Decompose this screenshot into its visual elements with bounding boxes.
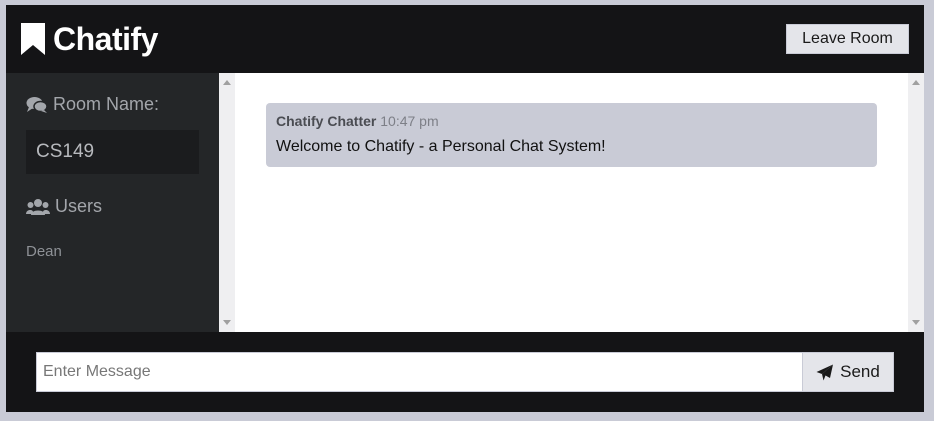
chat-message: Chatify Chatter 10:47 pm Welcome to Chat… (266, 103, 877, 167)
sidebar: Room Name: CS149 Users Dean (6, 73, 219, 332)
send-label: Send (840, 362, 880, 381)
message-time: 10:47 pm (380, 113, 439, 129)
users-label: Users (55, 196, 103, 216)
chat-app: Chatify Leave Room Room Name: CS149 User… (6, 5, 924, 412)
message-composer: Send (6, 332, 924, 412)
scrollbar-left[interactable] (219, 73, 235, 332)
room-name-heading: Room Name: (26, 94, 159, 115)
message-meta: Chatify Chatter 10:47 pm (276, 112, 867, 130)
user-list-item: Dean (26, 243, 62, 260)
users-icon (26, 198, 50, 215)
scrollbar-right[interactable] (908, 73, 924, 332)
leave-room-button[interactable]: Leave Room (786, 24, 909, 54)
chat-messages-panel[interactable]: Chatify Chatter 10:47 pm Welcome to Chat… (219, 73, 924, 332)
users-heading: Users (26, 196, 102, 217)
message-input[interactable] (36, 352, 803, 392)
message-author: Chatify Chatter (276, 113, 377, 129)
scroll-down-icon[interactable] (912, 320, 920, 325)
scroll-up-icon[interactable] (223, 80, 231, 85)
send-button[interactable]: Send (802, 352, 894, 392)
room-name-label: Room Name: (53, 94, 160, 114)
room-name-value: CS149 (26, 130, 199, 174)
app-title: Chatify (53, 21, 158, 57)
paper-plane-icon (816, 364, 834, 380)
scroll-down-icon[interactable] (223, 320, 231, 325)
comments-icon (26, 96, 48, 113)
scroll-up-icon[interactable] (912, 80, 920, 85)
header: Chatify Leave Room (6, 5, 924, 73)
brand: Chatify (20, 21, 158, 57)
bookmark-icon (21, 23, 45, 55)
message-text: Welcome to Chatify - a Personal Chat Sys… (276, 138, 606, 155)
